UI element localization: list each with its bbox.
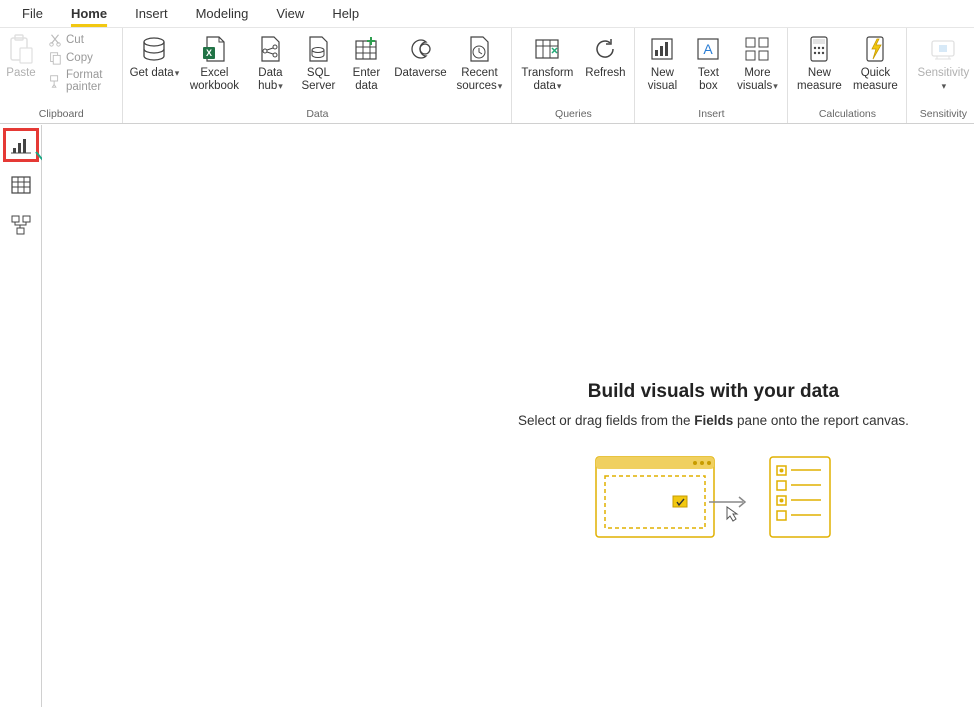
cut-label: Cut (66, 34, 84, 46)
cut-button[interactable]: Cut (44, 32, 116, 48)
ribbon-group-calculations: New measure Quick measure Calculations (788, 28, 907, 123)
excel-label: Excel workbook (185, 67, 243, 92)
menubar: File Home Insert Modeling View Help (0, 0, 974, 28)
sql-icon (303, 34, 333, 64)
refresh-icon (590, 34, 620, 64)
new-measure-icon (804, 34, 834, 64)
data-hub-button[interactable]: Data hub (249, 32, 291, 92)
ribbon: Paste Cut Copy Format painter Clipboard (0, 28, 974, 124)
model-view-button[interactable] (6, 211, 36, 239)
menu-insert[interactable]: Insert (121, 2, 182, 25)
refresh-button[interactable]: Refresh (582, 32, 628, 80)
ribbon-group-queries: Transform data Refresh Queries (512, 28, 635, 123)
ribbon-group-sensitivity: Sensitivity Sensitivity (907, 28, 974, 123)
data-group-label: Data (129, 106, 505, 123)
sql-label: SQL Server (297, 67, 339, 92)
canvas-illustration (433, 456, 974, 538)
recent-sources-icon (464, 34, 494, 64)
report-canvas[interactable]: Build visuals with your data Select or d… (42, 125, 974, 707)
cut-icon (48, 33, 62, 47)
sql-server-button[interactable]: SQL Server (297, 32, 339, 92)
recent-sources-label: Recent sources (457, 67, 498, 92)
recent-sources-button[interactable]: Recent sources (453, 32, 505, 92)
canvas-subtitle: Select or drag fields from the Fields pa… (433, 413, 974, 428)
enter-data-label: Enter data (345, 67, 387, 92)
paste-button[interactable]: Paste (6, 32, 36, 80)
report-view-button[interactable] (6, 131, 36, 159)
text-box-button[interactable]: A Text box (689, 32, 727, 92)
svg-text:A: A (704, 41, 714, 57)
sensitivity-btn-label: Sensitivity (918, 67, 970, 79)
clipboard-group-label: Clipboard (6, 106, 116, 123)
dataverse-icon (405, 34, 435, 64)
menu-view[interactable]: View (262, 2, 318, 25)
new-measure-label: New measure (794, 67, 844, 92)
menu-home[interactable]: Home (57, 2, 121, 25)
dataverse-button[interactable]: Dataverse (393, 32, 447, 80)
menu-help[interactable]: Help (318, 2, 373, 25)
data-view-button[interactable] (6, 171, 36, 199)
format-painter-icon (48, 74, 62, 88)
svg-text:X: X (206, 48, 212, 58)
format-painter-button[interactable]: Format painter (44, 68, 116, 94)
queries-group-label: Queries (518, 106, 628, 123)
menu-modeling[interactable]: Modeling (182, 2, 263, 25)
sensitivity-icon (928, 34, 958, 64)
ribbon-group-insert: New visual A Text box More visuals Inser… (635, 28, 788, 123)
more-visuals-icon (742, 34, 772, 64)
dataverse-label: Dataverse (394, 67, 446, 80)
sensitivity-button[interactable]: Sensitivity (913, 32, 973, 92)
new-visual-button[interactable]: New visual (641, 32, 683, 92)
text-box-label: Text box (689, 67, 727, 92)
transform-label: Transform data (521, 67, 573, 92)
more-visuals-button[interactable]: More visuals (733, 32, 781, 92)
excel-workbook-button[interactable]: X Excel workbook (185, 32, 243, 92)
enter-data-button[interactable]: Enter data (345, 32, 387, 92)
new-measure-button[interactable]: New measure (794, 32, 844, 92)
enter-data-icon (351, 34, 381, 64)
copy-label: Copy (66, 52, 93, 64)
viewbar (0, 125, 42, 707)
get-data-button[interactable]: Get data (129, 32, 179, 80)
new-visual-icon (647, 34, 677, 64)
menu-file[interactable]: File (8, 2, 57, 25)
canvas-title: Build visuals with your data (433, 381, 974, 403)
excel-icon: X (199, 34, 229, 64)
report-view-icon (11, 136, 31, 154)
transform-icon (532, 34, 562, 64)
model-view-icon (11, 215, 31, 235)
data-view-icon (11, 176, 31, 194)
copy-button[interactable]: Copy (44, 50, 116, 66)
paste-icon (6, 34, 36, 64)
quick-measure-label: Quick measure (850, 67, 900, 92)
ribbon-group-clipboard: Paste Cut Copy Format painter Clipboard (0, 28, 123, 123)
format-painter-label: Format painter (66, 69, 112, 93)
quick-measure-icon (860, 34, 890, 64)
insert-group-label: Insert (641, 106, 781, 123)
transform-data-button[interactable]: Transform data (518, 32, 576, 92)
copy-icon (48, 51, 62, 65)
quick-measure-button[interactable]: Quick measure (850, 32, 900, 92)
more-visuals-label: More visuals (737, 67, 772, 92)
ribbon-group-data: Get data X Excel workbook Data hub SQL S… (123, 28, 512, 123)
sensitivity-group-label: Sensitivity (913, 106, 973, 123)
get-data-icon (139, 34, 169, 64)
calculations-group-label: Calculations (794, 106, 900, 123)
refresh-label: Refresh (585, 67, 625, 80)
data-hub-icon (255, 34, 285, 64)
get-data-label: Get data (130, 67, 174, 79)
text-box-icon: A (693, 34, 723, 64)
new-visual-label: New visual (641, 67, 683, 92)
paste-label: Paste (6, 67, 35, 80)
